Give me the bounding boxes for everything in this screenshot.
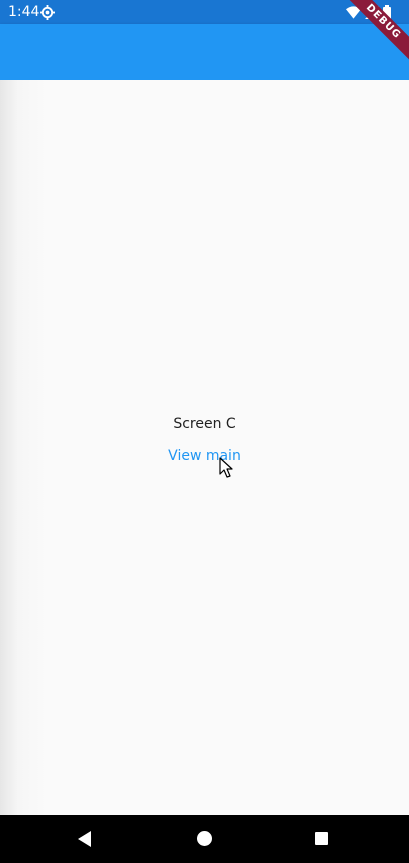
settings-icon <box>40 5 55 20</box>
navigation-bar <box>0 815 409 863</box>
home-icon[interactable] <box>197 831 212 846</box>
back-icon[interactable] <box>76 830 94 848</box>
status-time: 1:44 <box>8 4 40 20</box>
recents-icon[interactable] <box>315 832 328 845</box>
app-bar <box>0 24 409 80</box>
mouse-cursor-icon <box>219 457 233 478</box>
status-bar: 1:44 <box>0 0 409 24</box>
view-main-button[interactable]: View main <box>160 444 249 468</box>
screen-title: Screen C <box>173 416 236 432</box>
app-screen: 1:44 DEBUG Screen C View main <box>0 0 409 863</box>
